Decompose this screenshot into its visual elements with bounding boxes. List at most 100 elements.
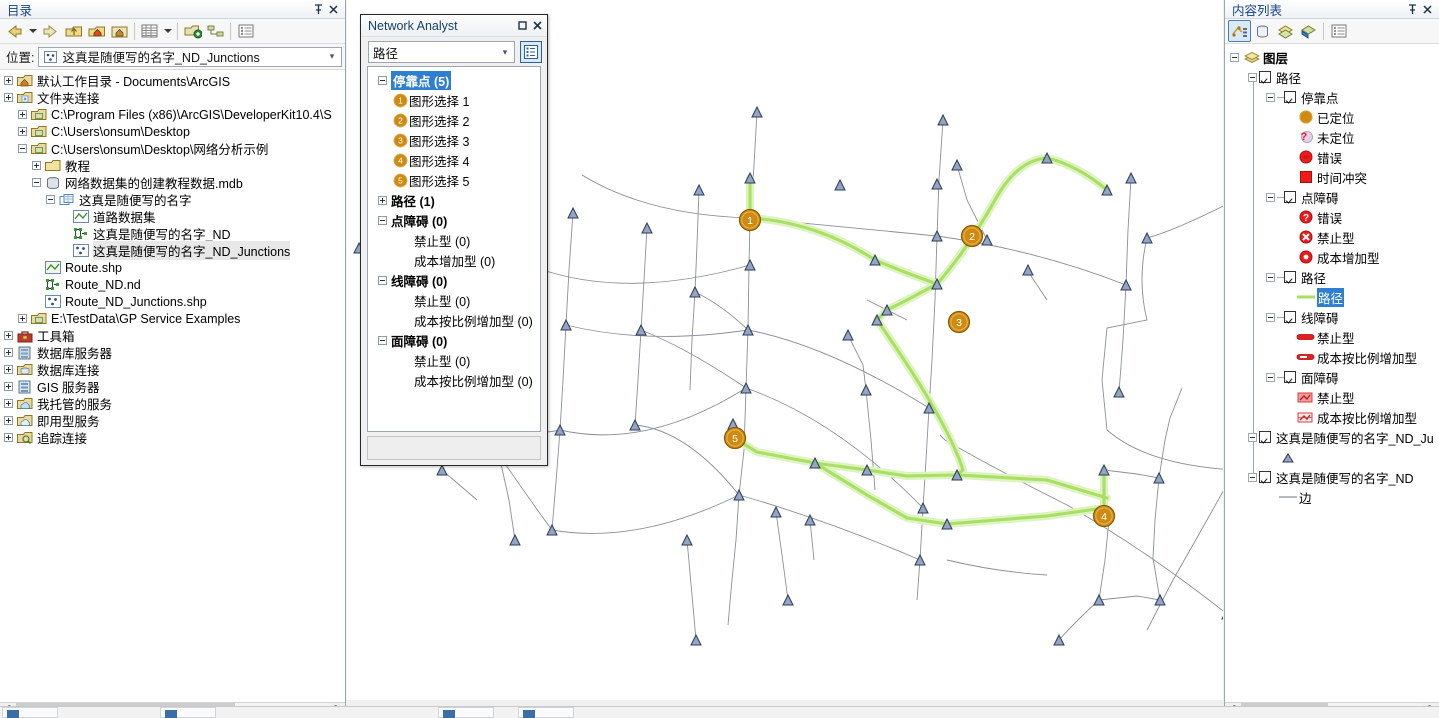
expand-collapse-icon[interactable] (4, 382, 13, 391)
na-stop-item[interactable]: 4 图形选择 4 (368, 150, 540, 170)
na-tree-item[interactable]: 点障碍 (0) (368, 210, 540, 230)
expand-collapse-icon[interactable] (4, 331, 13, 340)
na-stop-item[interactable]: 1 图形选择 1 (368, 90, 540, 110)
route-stop-marker[interactable]: 2 (960, 224, 984, 248)
taskbar-item[interactable] (2, 707, 58, 718)
toc-tree-item[interactable]: 停靠点 (1225, 87, 1439, 107)
toc-tree-item[interactable]: 面障碍 (1225, 367, 1439, 387)
expand-collapse-icon[interactable] (4, 399, 13, 408)
na-stop-item[interactable]: 5 图形选择 5 (368, 170, 540, 190)
catalog-tree-item[interactable]: 数据库连接 (0, 361, 345, 378)
catalog-tree-item[interactable]: C:\Users\onsum\Desktop\网络分析示例 (0, 140, 345, 157)
location-combobox[interactable]: 这真是随便写的名字_ND_Junctions ▾ (38, 46, 342, 67)
expand-collapse-icon[interactable] (1248, 432, 1257, 442)
catalog-tree[interactable]: 默认工作目录 - Documents\ArcGIS 文件夹连接 C:\Program… (0, 70, 345, 702)
na-tree-item[interactable]: 成本按比例增加型 (0) (368, 370, 540, 390)
toc-tree-item[interactable]: 路径 (1225, 67, 1439, 87)
expand-collapse-icon[interactable] (1248, 472, 1257, 482)
na-tree-item[interactable]: 成本按比例增加型 (0) (368, 310, 540, 330)
maximize-icon[interactable] (515, 18, 530, 33)
catalog-tree-item[interactable]: 文件夹连接 (0, 89, 345, 106)
toc-tree-item[interactable]: ? 错误 (1225, 207, 1439, 227)
expand-collapse-icon[interactable] (1266, 92, 1275, 102)
search-window-icon[interactable] (234, 20, 257, 42)
expand-collapse-icon[interactable] (1266, 372, 1275, 382)
catalog-auto-hide-pin-icon[interactable] (311, 2, 326, 17)
catalog-tree-item[interactable]: Route.shp (0, 259, 345, 276)
layer-visibility-checkbox[interactable] (1284, 271, 1296, 283)
catalog-tree-item[interactable]: 这真是随便写的名字_ND_Junctions (0, 241, 345, 260)
na-tree-item[interactable]: 禁止型 (0) (368, 230, 540, 250)
expand-collapse-icon[interactable] (1266, 192, 1275, 202)
toc-tree[interactable]: 图层 路径 停靠点 已定位? 未定位 错误 时间冲突 点障碍? 错误 禁止型 成本增加型 路径 路径 线障… (1225, 44, 1439, 702)
analysis-layer-properties-button[interactable] (520, 41, 542, 63)
expand-collapse-icon[interactable] (378, 215, 387, 225)
catalog-tree-item[interactable]: 工具箱 (0, 327, 345, 344)
toc-tree-item[interactable]: 禁止型 (1225, 227, 1439, 247)
expand-collapse-icon[interactable] (378, 335, 387, 345)
expand-collapse-icon[interactable] (378, 75, 387, 85)
catalog-tree-item[interactable]: 数据库服务器 (0, 344, 345, 361)
list-by-selection-icon[interactable] (1297, 20, 1320, 42)
toc-tree-item[interactable]: 路径 (1225, 287, 1439, 307)
na-tree-item[interactable]: 禁止型 (0) (368, 290, 540, 310)
na-stop-item[interactable]: 3 图形选择 3 (368, 130, 540, 150)
catalog-tree-item[interactable]: 教程 (0, 157, 345, 174)
route-stop-marker[interactable]: 4 (1092, 504, 1116, 528)
catalog-tree-item[interactable]: Route_ND_Junctions.shp (0, 293, 345, 310)
toc-options-icon[interactable] (1327, 20, 1350, 42)
toc-tree-item[interactable]: 这真是随便写的名字_ND (1225, 467, 1439, 487)
chevron-down-icon[interactable] (26, 20, 39, 42)
toc-tree-item[interactable]: 错误 (1225, 147, 1439, 167)
catalog-tree-item[interactable]: 我托管的服务 (0, 395, 345, 412)
toc-tree-item[interactable]: 线障碍 (1225, 307, 1439, 327)
route-stop-marker[interactable]: 3 (947, 310, 971, 334)
catalog-tree-item[interactable]: E:\TestData\GP Service Examples (0, 310, 345, 327)
expand-collapse-icon[interactable] (32, 161, 41, 170)
expand-collapse-icon[interactable] (4, 348, 13, 357)
catalog-tree-item[interactable]: C:\Program Files (x86)\ArcGIS\DeveloperK… (0, 106, 345, 123)
catalog-tree-item[interactable]: 这真是随便写的名字 (0, 191, 345, 208)
expand-collapse-icon[interactable] (18, 127, 27, 136)
back-icon[interactable] (3, 20, 26, 42)
toc-tree-item[interactable]: 边 (1225, 487, 1439, 507)
na-tree-item[interactable]: 线障碍 (0) (368, 270, 540, 290)
view-details-icon[interactable] (138, 20, 161, 42)
expand-collapse-icon[interactable] (4, 433, 13, 442)
route-stop-marker[interactable]: 1 (738, 208, 762, 232)
expand-collapse-icon[interactable] (46, 195, 55, 204)
expand-collapse-icon[interactable] (1248, 72, 1257, 82)
catalog-tree-item[interactable]: 网络数据集的创建教程数据.mdb (0, 174, 345, 191)
close-icon[interactable] (530, 18, 545, 33)
connect-to-folder-icon[interactable] (181, 20, 204, 42)
forward-icon[interactable] (39, 20, 62, 42)
expand-collapse-icon[interactable] (18, 110, 27, 119)
catalog-tree-item[interactable]: 这真是随便写的名字_ND (0, 225, 345, 242)
toc-tree-item[interactable]: 成本按比例增加型 (1225, 407, 1439, 427)
toc-close-icon[interactable] (1420, 2, 1435, 17)
layer-visibility-checkbox[interactable] (1259, 431, 1271, 443)
chevron-down-icon[interactable]: ▾ (498, 47, 512, 58)
expand-collapse-icon[interactable] (18, 314, 27, 323)
na-tree-item[interactable]: 面障碍 (0) (368, 330, 540, 350)
layer-visibility-checkbox[interactable] (1284, 371, 1296, 383)
catalog-tree-item[interactable]: 追踪连接 (0, 429, 345, 446)
default-geodatabase-icon[interactable] (108, 20, 131, 42)
toc-tree-item[interactable]: 点障碍 (1225, 187, 1439, 207)
catalog-tree-item[interactable]: 默认工作目录 - Documents\ArcGIS (0, 72, 345, 89)
chevron-down-icon[interactable]: ▾ (325, 51, 339, 62)
toc-tree-item[interactable]: 已定位 (1225, 107, 1439, 127)
layer-visibility-checkbox[interactable] (1259, 71, 1271, 83)
expand-collapse-icon[interactable] (1266, 312, 1275, 322)
na-tree-item[interactable]: 停靠点 (5) (368, 70, 540, 90)
up-one-level-icon[interactable] (62, 20, 85, 42)
na-tree-item[interactable]: 成本增加型 (0) (368, 250, 540, 270)
expand-collapse-icon[interactable] (4, 76, 13, 85)
layer-visibility-checkbox[interactable] (1284, 91, 1296, 103)
catalog-tree-item[interactable]: Route_ND.nd (0, 276, 345, 293)
toc-tree-item[interactable]: ? 未定位 (1225, 127, 1439, 147)
na-tree-item[interactable]: 禁止型 (0) (368, 350, 540, 370)
layer-visibility-checkbox[interactable] (1284, 191, 1296, 203)
connect-to-server-icon[interactable] (204, 20, 227, 42)
home-icon[interactable] (85, 20, 108, 42)
